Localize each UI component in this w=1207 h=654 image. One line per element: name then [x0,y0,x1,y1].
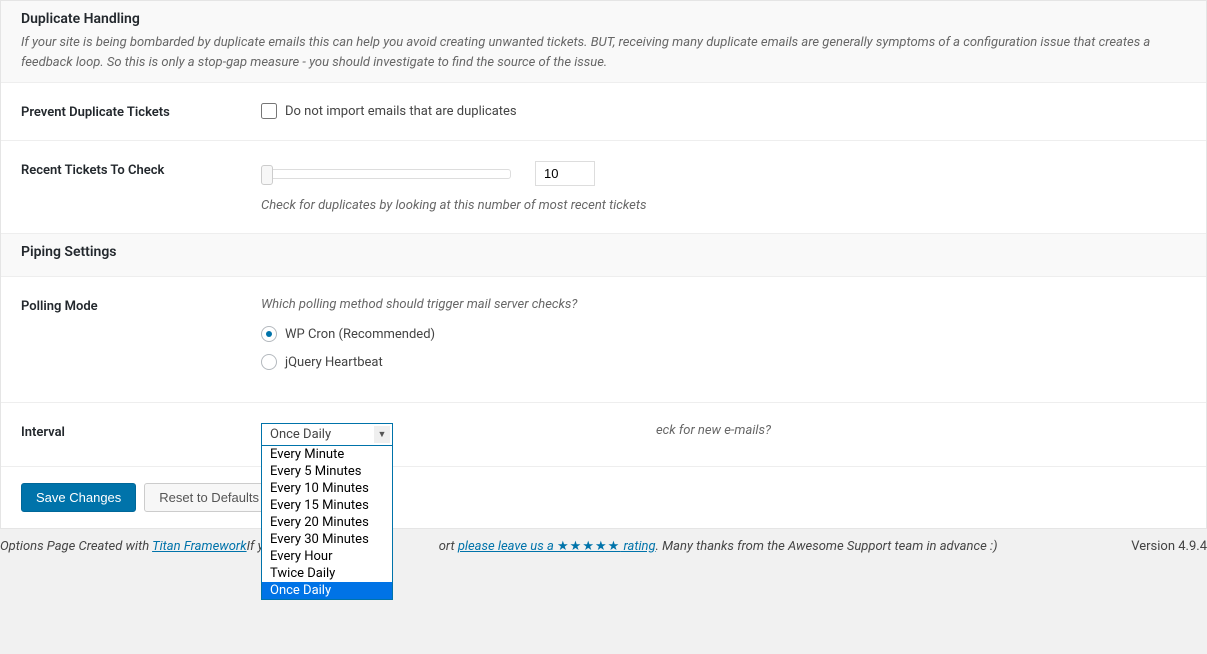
footer-left: Options Page Created with Titan Framewor… [0,539,998,554]
footer-mid2: ort [439,539,458,554]
radio-icon[interactable] [261,354,277,370]
interval-row: Interval Once Daily ▼ Every Minute Every… [1,403,1206,467]
interval-option[interactable]: Every 20 Minutes [262,514,392,531]
recent-tickets-label: Recent Tickets To Check [21,161,261,178]
polling-option-wpcron[interactable]: WP Cron (Recommended) [261,326,1186,342]
piping-settings-title: Piping Settings [21,244,1186,260]
polling-option-wpcron-label: WP Cron (Recommended) [285,327,435,342]
reset-button[interactable]: Reset to Defaults [144,483,274,512]
interval-dropdown[interactable]: Every Minute Every 5 Minutes Every 10 Mi… [261,446,393,600]
polling-option-heartbeat-label: jQuery Heartbeat [285,355,383,370]
save-button[interactable]: Save Changes [21,483,136,512]
footer-version: Version 4.9.4 [1131,539,1207,554]
interval-option[interactable]: Every Hour [262,548,392,565]
interval-option[interactable]: Once Daily [262,582,392,599]
duplicate-handling-header: Duplicate Handling If your site is being… [1,1,1206,83]
duplicate-handling-desc: If your site is being bombarded by dupli… [21,33,1186,72]
titan-link[interactable]: Titan Framework [152,539,247,554]
prevent-duplicate-checkbox-wrap[interactable]: Do not import emails that are duplicates [261,103,1186,119]
interval-option[interactable]: Every 15 Minutes [262,497,392,514]
interval-select[interactable]: Once Daily ▼ Every Minute Every 5 Minute… [261,423,393,446]
footer-thanks: . Many thanks from the Awesome Support t… [656,539,998,554]
recent-tickets-slider[interactable] [261,169,511,179]
recent-tickets-help: Check for duplicates by looking at this … [261,198,1186,213]
radio-icon[interactable] [261,326,277,342]
form-actions: Save Changes Reset to Defaults [1,467,1206,528]
duplicate-handling-title: Duplicate Handling [21,11,1186,27]
slider-handle[interactable] [261,165,273,185]
recent-tickets-row: Recent Tickets To Check Check for duplic… [1,141,1206,234]
interval-option[interactable]: Every 5 Minutes [262,463,392,480]
recent-tickets-input[interactable] [535,161,595,186]
interval-select-display[interactable]: Once Daily ▼ [261,423,393,446]
polling-mode-label: Polling Mode [21,297,261,314]
interval-selected-value: Once Daily [270,427,331,442]
polling-option-heartbeat[interactable]: jQuery Heartbeat [261,354,1186,370]
footer-prefix: Options Page Created with [0,539,152,554]
interval-help-partial: eck for new e-mails? [656,423,771,438]
interval-option[interactable]: Twice Daily [262,565,392,582]
settings-panel: Duplicate Handling If your site is being… [0,0,1207,529]
polling-mode-row: Polling Mode Which polling method should… [1,277,1206,403]
polling-mode-desc: Which polling method should trigger mail… [261,297,1186,312]
prevent-duplicate-row: Prevent Duplicate Tickets Do not import … [1,83,1206,141]
prevent-duplicate-checkbox[interactable] [261,103,277,119]
prevent-duplicate-checkbox-label: Do not import emails that are duplicates [285,104,517,119]
piping-settings-header: Piping Settings [1,234,1206,277]
page-footer: Options Page Created with Titan Framewor… [0,529,1207,562]
interval-label: Interval [21,423,261,440]
rating-link[interactable]: please leave us a ★★★★★ rating [458,539,656,554]
stars-icon: ★★★★★ [557,539,620,554]
prevent-duplicate-label: Prevent Duplicate Tickets [21,103,261,120]
chevron-down-icon: ▼ [374,426,390,443]
interval-option[interactable]: Every 10 Minutes [262,480,392,497]
interval-option[interactable]: Every 30 Minutes [262,531,392,548]
interval-option[interactable]: Every Minute [262,446,392,463]
